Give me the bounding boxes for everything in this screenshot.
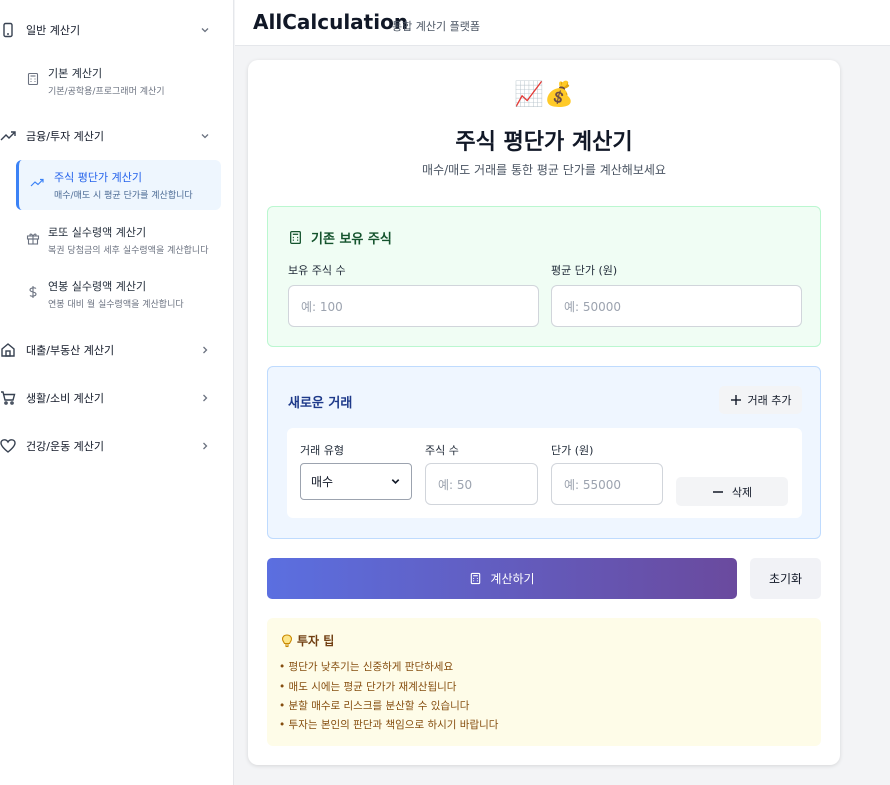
page-subtitle: 매수/매도 거래를 통한 평균 단가를 계산해보세요 (422, 163, 666, 177)
holdings-title-text: 기존 보유 주식 (311, 232, 392, 247)
sidebar-category-living[interactable]: 생활/소비 계산기 (0, 383, 234, 413)
sidebar-item-desc: 연봉 대비 월 실수령액을 계산합니다 (48, 300, 184, 310)
lightbulb-icon (281, 633, 293, 648)
calculate-button[interactable]: 계산하기 (267, 558, 737, 599)
chevron-down-icon (199, 24, 211, 36)
shares-input[interactable]: 예: 100 (288, 285, 539, 327)
add-trade-button[interactable]: 거래 추가 (719, 386, 802, 414)
reset-button[interactable]: 초기화 (750, 558, 821, 599)
sidebar-item-desc: 복권 당첨금의 세후 실수령액을 계산합니다 (48, 246, 209, 256)
trade-title: 새로운 거래 (288, 396, 353, 411)
sidebar-category-loan[interactable]: 대출/부동산 계산기 (0, 335, 234, 365)
sidebar: 일반 계산기 기본 계산기 기본/공학용/프로그래머 계산기 금융/투자 계산기… (0, 0, 234, 785)
quantity-label: 주식 수 (425, 444, 459, 457)
chevron-down-icon (199, 130, 211, 142)
cart-icon (0, 390, 16, 406)
smartphone-icon (0, 22, 16, 38)
plus-icon (730, 394, 742, 406)
tips-box: 투자 팁 • 평단가 낮추기는 신중하게 판단하세요 • 매도 시에는 평균 단… (267, 618, 821, 746)
chevron-right-icon (199, 344, 211, 356)
tips-title: 투자 팁 (281, 632, 334, 649)
minus-icon (712, 486, 724, 498)
top-header: AllCalculation 통합 계산기 플랫폼 (235, 0, 890, 46)
unit-price-label: 단가 (원) (551, 444, 594, 457)
sidebar-item-lotto[interactable]: 로또 실수령액 계산기 복권 당첨금의 세후 실수령액을 계산합니다 (16, 215, 221, 265)
trending-up-icon (0, 128, 16, 144)
sidebar-item-title: 로또 실수령액 계산기 (48, 226, 147, 239)
sidebar-item-basic-calculator[interactable]: 기본 계산기 기본/공학용/프로그래머 계산기 (16, 56, 221, 106)
sidebar-item-salary[interactable]: 연봉 실수령액 계산기 연봉 대비 월 실수령액을 계산합니다 (16, 269, 221, 319)
avg-price-label: 평균 단가 (원) (551, 264, 618, 277)
calculator-icon (469, 572, 482, 585)
sidebar-category-label: 금융/투자 계산기 (26, 130, 105, 143)
shares-label: 보유 주식 수 (288, 264, 346, 277)
sidebar-category-label: 일반 계산기 (26, 24, 81, 37)
holdings-section: 기존 보유 주식 보유 주식 수 예: 100 평균 단가 (원) 예: 500… (267, 206, 821, 347)
chevron-down-icon (390, 476, 401, 487)
sidebar-item-stock-average[interactable]: 주식 평단가 계산기 매수/매도 시 평균 단가를 계산합니다 (16, 160, 221, 210)
sidebar-category-general[interactable]: 일반 계산기 (0, 15, 234, 45)
heart-icon (0, 438, 16, 454)
sidebar-category-health[interactable]: 건강/운동 계산기 (0, 431, 234, 461)
header-emoji: 📈💰 (514, 80, 574, 108)
tip-item: • 매도 시에는 평균 단가가 재계산됩니다 (279, 681, 457, 693)
quantity-input[interactable]: 예: 50 (425, 463, 538, 505)
calculator-icon (26, 72, 40, 86)
holdings-title: 기존 보유 주식 (288, 228, 392, 247)
avg-price-input[interactable]: 예: 50000 (551, 285, 802, 327)
sidebar-category-label: 생활/소비 계산기 (26, 392, 105, 405)
tip-item: • 분할 매수로 리스크를 분산할 수 있습니다 (279, 700, 470, 712)
sidebar-category-label: 대출/부동산 계산기 (26, 344, 115, 357)
unit-price-input[interactable]: 예: 55000 (551, 463, 663, 505)
delete-trade-label: 삭제 (731, 485, 753, 499)
brand-logo[interactable]: AllCalculation (253, 10, 408, 34)
sidebar-item-desc: 매수/매도 시 평균 단가를 계산합니다 (54, 191, 193, 201)
tip-item: • 평단가 낮추기는 신중하게 판단하세요 (279, 661, 454, 673)
sidebar-item-title: 연봉 실수령액 계산기 (48, 280, 147, 293)
calculator-icon (288, 230, 303, 245)
trade-type-select[interactable]: 매수 (300, 463, 412, 500)
gift-icon (26, 231, 40, 245)
calculator-card: 📈💰 주식 평단가 계산기 매수/매도 거래를 통한 평균 단가를 계산해보세요… (248, 60, 840, 765)
trade-row: 거래 유형 매수 주식 수 예: 50 단가 (원) 예: 55000 삭제 (287, 428, 802, 518)
trade-type-value: 매수 (311, 475, 334, 489)
trade-section: 새로운 거래 거래 추가 거래 유형 매수 주식 수 예: 50 단가 (원) … (267, 366, 821, 539)
sidebar-category-label: 건강/운동 계산기 (26, 440, 105, 453)
add-trade-label: 거래 추가 (747, 394, 792, 407)
dollar-icon (26, 285, 40, 299)
trending-up-icon (30, 176, 44, 190)
page-title: 주식 평단가 계산기 (455, 130, 633, 155)
sidebar-item-title: 기본 계산기 (48, 67, 103, 80)
home-icon (0, 342, 16, 358)
sidebar-item-title: 주식 평단가 계산기 (54, 171, 142, 184)
sidebar-item-desc: 기본/공학용/프로그래머 계산기 (48, 87, 165, 97)
tips-title-text: 투자 팁 (297, 634, 335, 648)
tip-item: • 투자는 본인의 판단과 책임으로 하시기 바랍니다 (279, 719, 499, 731)
calculate-label: 계산하기 (490, 572, 535, 586)
delete-trade-button[interactable]: 삭제 (676, 477, 788, 506)
chevron-right-icon (199, 440, 211, 452)
chevron-right-icon (199, 392, 211, 404)
trade-type-label: 거래 유형 (300, 444, 344, 457)
brand-subtitle: 통합 계산기 플랫폼 (392, 20, 480, 33)
sidebar-category-finance[interactable]: 금융/투자 계산기 (0, 121, 234, 151)
